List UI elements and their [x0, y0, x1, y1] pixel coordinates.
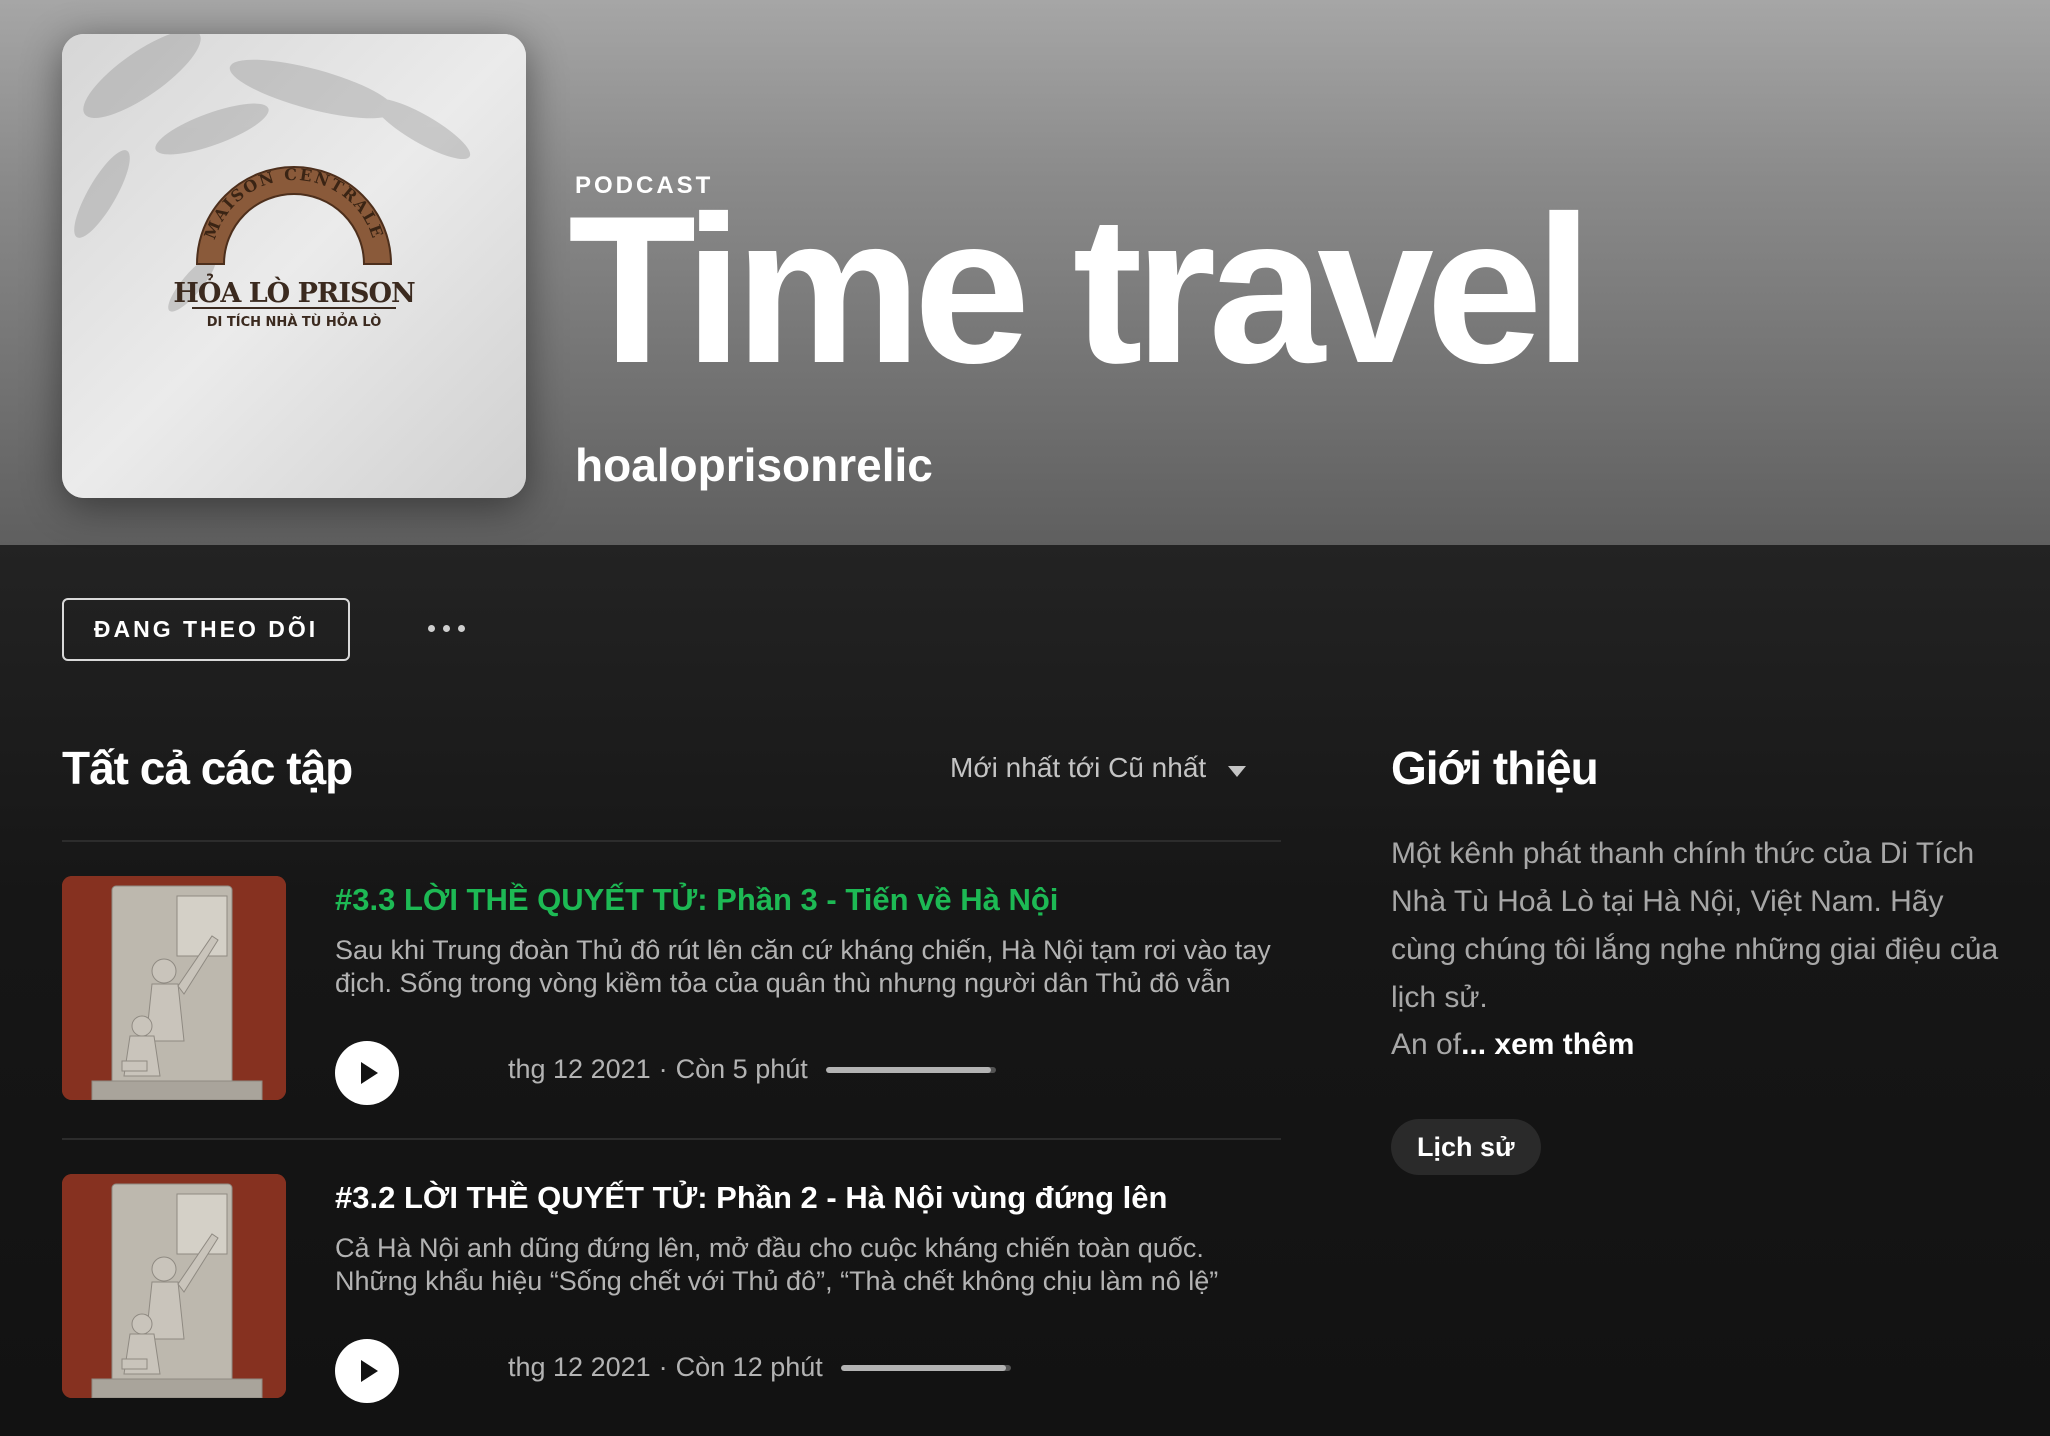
episode-row[interactable]: #3.2 LỜI THỀ QUYẾT TỬ: Phần 2 - Hà Nội v… [62, 1174, 1281, 1404]
caret-down-icon [1228, 765, 1247, 777]
episode-thumbnail [62, 876, 286, 1100]
publisher-link[interactable]: hoaloprisonrelic [575, 440, 933, 490]
more-options-button[interactable] [414, 608, 478, 648]
episode-date: thg 12 2021 [508, 1054, 651, 1084]
podcast-title: Time travel [568, 172, 1593, 407]
more-dots-icon [442, 624, 450, 632]
episode-thumbnail [62, 1174, 286, 1398]
meta-separator: · [658, 1352, 668, 1382]
category-tag[interactable]: Lịch sử [1391, 1119, 1541, 1175]
logo-sub-text: DI TÍCH NHÀ TÙ HỎA LÒ [207, 313, 382, 330]
episode-remaining-time: Còn 12 phút [675, 1352, 823, 1382]
episode-progress-bar [825, 1066, 996, 1073]
cover-image: MAISON CENTRALE HỎA LÒ PRISON DI TÍCH NH… [62, 34, 526, 498]
logo-underline [192, 307, 396, 309]
episode-progress-fill [825, 1066, 991, 1073]
episode-description: Cả Hà Nội anh dũng đứng lên, mở đầu cho … [335, 1233, 1219, 1296]
following-button[interactable]: ĐANG THEO DÕI [62, 598, 350, 661]
about-ellipsis: ... [1461, 1028, 1487, 1061]
about-section-title: Giới thiệu [1391, 742, 1599, 794]
episode-meta: thg 12 2021 · Còn 5 phút [508, 1054, 996, 1085]
about-truncated-text: An of [1391, 1028, 1462, 1061]
podcast-cover-art[interactable]: MAISON CENTRALE HỎA LÒ PRISON DI TÍCH NH… [62, 34, 526, 498]
episode-remaining-time: Còn 5 phút [675, 1054, 808, 1084]
episode-row[interactable]: #3.3 LỜI THỀ QUYẾT TỬ: Phần 3 - Tiến về … [62, 876, 1281, 1106]
monument-image [62, 1174, 286, 1398]
meta-separator: · [658, 1054, 668, 1084]
sort-label: Mới nhất tới Cũ nhất [950, 752, 1207, 783]
about-description: Một kênh phát thanh chính thức của Di Tí… [1391, 837, 1999, 1014]
about-truncated-line: An of... xem thêm [1391, 1021, 1634, 1069]
play-button[interactable] [335, 1041, 399, 1105]
episode-progress-bar [840, 1364, 1011, 1371]
monument-image [62, 876, 286, 1100]
play-icon [361, 1360, 378, 1382]
more-dots-icon [457, 624, 465, 632]
episode-description: Sau khi Trung đoàn Thủ đô rút lên căn cứ… [335, 935, 1271, 998]
episode-title[interactable]: #3.3 LỜI THỀ QUYẾT TỬ: Phần 3 - Tiến về … [335, 876, 1058, 924]
more-dots-icon [427, 624, 435, 632]
divider [62, 1138, 1281, 1140]
episodes-section-title: Tất cả các tập [62, 742, 353, 794]
divider [62, 840, 1281, 842]
play-icon [361, 1062, 378, 1084]
logo-main-text: HỎA LÒ PRISON [173, 272, 415, 309]
episode-date: thg 12 2021 [508, 1352, 651, 1382]
podcast-header: MAISON CENTRALE HỎA LÒ PRISON DI TÍCH NH… [0, 0, 2050, 545]
episode-progress-fill [840, 1364, 1006, 1371]
sort-dropdown[interactable]: Mới nhất tới Cũ nhất [950, 752, 1247, 784]
see-more-link[interactable]: xem thêm [1494, 1028, 1634, 1061]
episode-title[interactable]: #3.2 LỜI THỀ QUYẾT TỬ: Phần 2 - Hà Nội v… [335, 1174, 1167, 1222]
play-button[interactable] [335, 1339, 399, 1403]
episode-meta: thg 12 2021 · Còn 12 phút [508, 1352, 1011, 1383]
